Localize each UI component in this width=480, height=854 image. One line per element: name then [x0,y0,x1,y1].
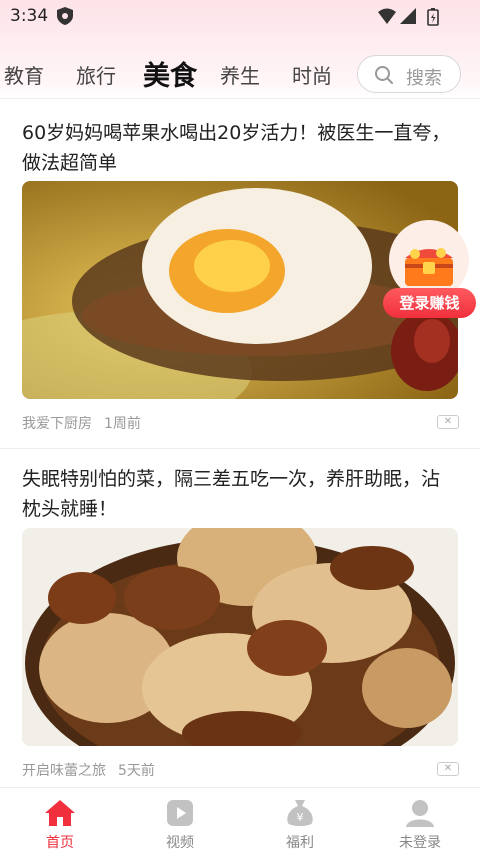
search-button[interactable]: 搜索 [357,55,461,93]
cellular-signal-icon [400,8,416,24]
nav-home[interactable]: 首页 [0,788,120,854]
tab-food[interactable]: 美食 [143,54,197,93]
article-time: 5天前 [118,763,155,779]
svg-text:¥: ¥ [297,811,304,824]
nav-video-label: 视频 [166,835,194,851]
wifi-icon [378,8,396,24]
login-reward-button[interactable]: 登录赚钱 [383,220,480,320]
tab-fashion[interactable]: 时尚 [292,60,332,89]
nav-home-label: 首页 [46,835,74,851]
tab-education[interactable]: 教育 [4,60,44,89]
nav-profile[interactable]: 未登录 [360,788,480,854]
status-time: 3:34 [10,6,49,26]
shield-icon [57,7,73,25]
article-meta: 我爱下厨房 1周前 [22,413,141,433]
divider [0,98,480,99]
user-icon [406,800,434,827]
money-bag-icon: ¥ [287,800,313,826]
article-source: 我爱下厨房 [22,416,92,432]
system-status-icons [378,8,439,26]
reward-label: 登录赚钱 [383,288,476,318]
dismiss-icon[interactable]: ✕ [437,415,459,429]
article-title[interactable]: 60岁妈妈喝苹果水喝出20岁活力！被医生一直夸，做法超简单 [22,118,458,178]
treasure-chest-icon [405,248,453,286]
tab-health[interactable]: 养生 [220,60,260,89]
divider [0,448,480,449]
nav-welfare-label: 福利 [286,835,314,851]
home-icon [45,800,75,826]
nav-welfare[interactable]: ¥ 福利 [240,788,360,854]
bottom-navigation: 首页 视频 ¥ 福利 未登录 [0,787,480,854]
nav-video[interactable]: 视频 [120,788,240,854]
nav-profile-label: 未登录 [399,835,441,851]
dismiss-icon[interactable]: ✕ [437,762,459,776]
article-title[interactable]: 失眠特别怕的菜，隔三差五吃一次，养肝助眠，沾枕头就睡！ [22,464,458,524]
video-play-icon [167,800,193,826]
article-thumbnail-eggs[interactable] [22,528,458,746]
search-label: 搜索 [406,68,442,89]
article-time: 1周前 [104,416,141,432]
tab-travel[interactable]: 旅行 [76,60,116,89]
article-source: 开启味蕾之旅 [22,763,106,779]
status-bar: 3:34 [0,0,480,32]
article-meta: 开启味蕾之旅 5天前 [22,760,155,780]
search-icon [375,66,393,84]
